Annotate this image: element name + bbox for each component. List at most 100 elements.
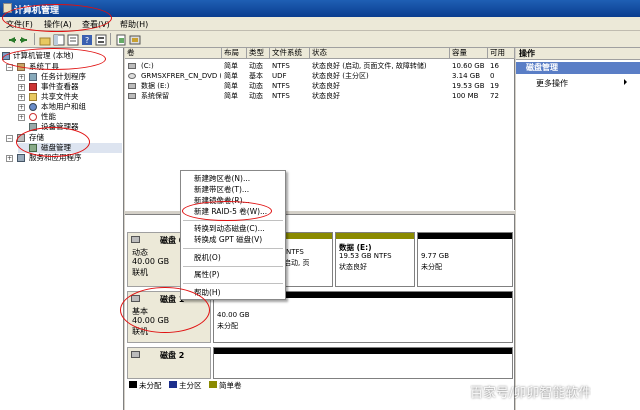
back-icon[interactable] — [4, 33, 16, 45]
menu-new-striped-volume[interactable]: 新建带区卷(T)... — [181, 185, 285, 195]
unallocated-status: 未分配 — [421, 263, 442, 271]
disk-2-name: 磁盘 2 — [160, 351, 185, 360]
clock-icon — [29, 73, 37, 81]
volume-icon — [128, 93, 136, 99]
tree-local-users[interactable]: + 本地用户和组 — [18, 102, 122, 112]
properties-icon[interactable] — [66, 33, 79, 46]
menu-convert-gpt[interactable]: 转换成 GPT 磁盘(V) — [181, 235, 285, 245]
list-view-icon[interactable] — [94, 33, 107, 46]
legend-unallocated-swatch — [129, 381, 137, 388]
column-header-free[interactable]: 可用 — [488, 48, 515, 59]
partition-c-info: NTFS — [286, 248, 304, 256]
disk-settings-icon[interactable] — [128, 33, 141, 45]
cell-free: 16 — [490, 62, 499, 70]
cell-capacity: 10.60 GB — [452, 62, 485, 70]
table-row[interactable]: (C:) 简单 动态 NTFS 状态良好 (启动, 页面文件, 故障转储) 10… — [125, 61, 515, 71]
expand-icon[interactable]: + — [6, 155, 13, 162]
column-header-type[interactable]: 类型 — [247, 48, 270, 59]
cell-filesystem: NTFS — [272, 92, 290, 100]
cell-status: 状态良好 — [312, 92, 340, 100]
expand-icon[interactable]: + — [18, 94, 25, 101]
menu-properties[interactable]: 属性(P) — [181, 270, 285, 280]
cell-free: 0 — [490, 72, 495, 80]
column-header-volume[interactable]: 卷 — [125, 48, 222, 59]
tree-task-scheduler-label: 任务计划程序 — [41, 72, 86, 81]
cell-volume: 数据 (E:) — [141, 82, 170, 90]
cell-volume: GRMSXFRER_CN_DVD (D:) — [141, 72, 221, 80]
disk-icon — [131, 236, 140, 243]
unallocated-size: 9.77 GB — [421, 252, 450, 260]
cell-filesystem: UDF — [272, 72, 287, 80]
help-icon[interactable]: ? — [80, 33, 92, 45]
cell-volume: (C:) — [141, 62, 154, 70]
up-folder-icon[interactable] — [38, 33, 51, 46]
table-row[interactable]: GRMSXFRER_CN_DVD (D:) 简单 基本 UDF 状态良好 (主分… — [125, 71, 515, 81]
column-header-filesystem[interactable]: 文件系统 — [270, 48, 310, 59]
show-hide-tree-icon[interactable] — [52, 33, 65, 46]
unallocated-bar — [418, 233, 512, 239]
partition-c-status: 启动, 页 — [284, 259, 310, 267]
chevron-right-icon — [624, 79, 627, 85]
annotation-ring-raid5 — [182, 201, 272, 221]
cell-status: 状态良好 (主分区) — [312, 72, 369, 80]
disk-icon — [131, 351, 140, 358]
cell-volume: 系统保留 — [141, 92, 169, 100]
menu-new-spanned-volume[interactable]: 新建跨区卷(N)... — [181, 174, 285, 184]
unallocated-disk-0[interactable]: 9.77 GB 未分配 — [417, 232, 513, 287]
export-list-icon[interactable] — [114, 33, 126, 46]
annotation-ring-root — [2, 48, 106, 70]
menu-help[interactable]: 帮助(H) — [120, 19, 148, 30]
toolbar: ? — [0, 31, 640, 48]
table-row[interactable]: 数据 (E:) 简单 动态 NTFS 状态良好 19.53 GB 19 — [125, 81, 515, 91]
cell-capacity: 100 MB — [452, 92, 479, 100]
volume-icon — [128, 83, 136, 89]
table-row[interactable]: 系统保留 简单 动态 NTFS 状态良好 100 MB 72 — [125, 91, 515, 101]
unallocated-disk-2[interactable] — [213, 347, 513, 379]
legend-primary-swatch — [169, 381, 177, 388]
tree-shared-folders-label: 共享文件夹 — [41, 92, 79, 101]
partition-e[interactable]: 数据 (E:) 19.53 GB NTFS 状态良好 — [335, 232, 415, 287]
expand-icon[interactable]: + — [18, 114, 25, 121]
cell-status: 状态良好 (启动, 页面文件, 故障转储) — [312, 62, 427, 70]
volume-icon — [128, 63, 136, 69]
disk-2-label[interactable]: 磁盘 2 — [127, 347, 211, 379]
legend-simple: 简单卷 — [219, 381, 242, 390]
column-header-capacity[interactable]: 容量 — [450, 48, 488, 59]
cell-capacity: 19.53 GB — [452, 82, 485, 90]
partition-e-status: 状态良好 — [339, 263, 367, 271]
disk-0-size: 40.00 GB — [132, 257, 170, 266]
cell-filesystem: NTFS — [272, 62, 290, 70]
tree-performance[interactable]: + 性能 — [18, 112, 122, 122]
simple-volume-bar — [336, 233, 414, 239]
tree-shared-folders[interactable]: + 共享文件夹 — [18, 92, 122, 102]
disk-0-status: 联机 — [132, 268, 148, 277]
actions-header: 操作 — [516, 48, 640, 60]
expand-icon[interactable]: + — [18, 104, 25, 111]
unallocated-bar — [214, 348, 512, 354]
annotation-ring-menu — [2, 4, 112, 32]
collapse-icon[interactable]: − — [6, 135, 13, 142]
cell-layout: 简单 — [224, 62, 238, 70]
tree-event-viewer[interactable]: + 事件查看器 — [18, 82, 122, 92]
menu-offline[interactable]: 脱机(O) — [181, 253, 285, 263]
expand-icon[interactable]: + — [18, 74, 25, 81]
cell-type: 动态 — [249, 62, 263, 70]
forward-icon[interactable] — [18, 33, 30, 45]
column-header-layout[interactable]: 布局 — [222, 48, 247, 59]
tree-performance-label: 性能 — [41, 112, 56, 121]
menu-separator — [183, 248, 283, 249]
more-actions-link[interactable]: 更多操作 — [536, 78, 568, 89]
tree-task-scheduler[interactable]: + 任务计划程序 — [18, 72, 122, 82]
performance-icon — [29, 113, 37, 121]
disk-1-unallocated-status: 未分配 — [217, 322, 238, 330]
actions-section-disk-management[interactable]: 磁盘管理 — [516, 62, 640, 74]
legend-unallocated: 未分配 — [139, 381, 162, 390]
menu-convert-dynamic[interactable]: 转换到动态磁盘(C)... — [181, 224, 285, 234]
toolbar-separator — [110, 33, 111, 45]
cell-free: 72 — [490, 92, 499, 100]
annotation-ring-storage — [16, 127, 90, 157]
partition-e-info: 19.53 GB NTFS — [339, 252, 392, 260]
expand-icon[interactable]: + — [18, 84, 25, 91]
column-header-status[interactable]: 状态 — [310, 48, 450, 59]
tree-local-users-label: 本地用户和组 — [41, 102, 86, 111]
